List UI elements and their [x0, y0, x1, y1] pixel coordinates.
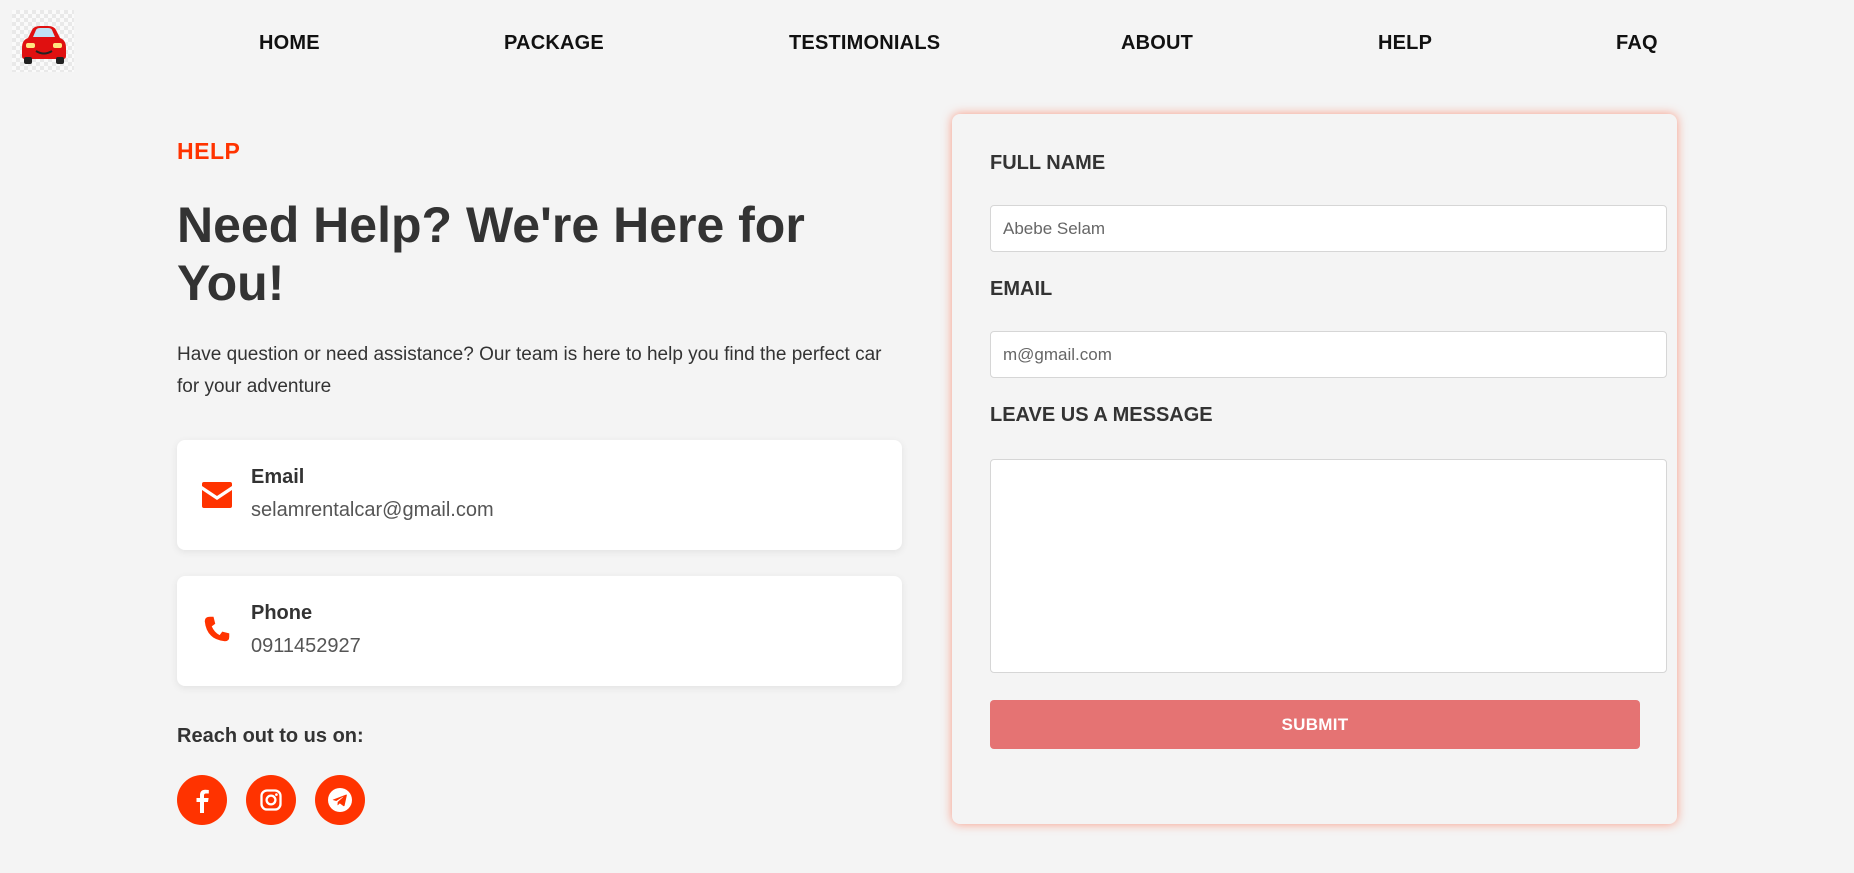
section-tag: HELP: [177, 138, 241, 164]
nav-link-help[interactable]: HELP: [1378, 32, 1432, 55]
top-navigation: HOME PACKAGE TESTIMONIALS ABOUT HELP FAQ: [0, 0, 1854, 84]
message-label: LEAVE US A MESSAGE: [990, 404, 1213, 426]
nav-link-package[interactable]: PACKAGE: [504, 32, 604, 55]
nav-link-faq[interactable]: FAQ: [1616, 32, 1658, 55]
full-name-label: FULL NAME: [990, 152, 1106, 174]
facebook-icon: [196, 789, 209, 813]
facebook-button[interactable]: [177, 775, 227, 825]
phone-contact-card: Phone 0911452927: [177, 576, 902, 686]
contact-form: FULL NAME EMAIL LEAVE US A MESSAGE SUBMI…: [952, 114, 1677, 824]
email-title: Email: [251, 466, 305, 488]
red-car-icon: [22, 26, 66, 64]
message-textarea[interactable]: [990, 459, 1667, 673]
page-title: Need Help? We're Here for You!: [177, 197, 805, 311]
instagram-icon: [260, 789, 282, 811]
email-value: selamrentalcar@gmail.com: [251, 499, 494, 521]
nav-link-home[interactable]: HOME: [259, 32, 320, 55]
phone-value: 0911452927: [251, 635, 361, 657]
intro-text: Have question or need assistance? Our te…: [177, 344, 882, 397]
full-name-input[interactable]: [990, 205, 1667, 252]
email-label: EMAIL: [990, 278, 1053, 300]
nav-link-about[interactable]: ABOUT: [1121, 32, 1193, 55]
phone-title: Phone: [251, 602, 313, 624]
submit-button[interactable]: SUBMIT: [990, 700, 1640, 749]
logo[interactable]: [12, 10, 74, 72]
telegram-icon: [328, 788, 352, 812]
phone-icon: [204, 616, 230, 642]
nav-link-testimonials[interactable]: TESTIMONIALS: [789, 32, 940, 55]
instagram-button[interactable]: [246, 775, 296, 825]
email-input[interactable]: [990, 331, 1667, 378]
email-contact-card: Email selamrentalcar@gmail.com: [177, 440, 902, 550]
reach-out-label: Reach out to us on:: [177, 725, 364, 747]
envelope-icon: [202, 482, 232, 508]
telegram-button[interactable]: [315, 775, 365, 825]
